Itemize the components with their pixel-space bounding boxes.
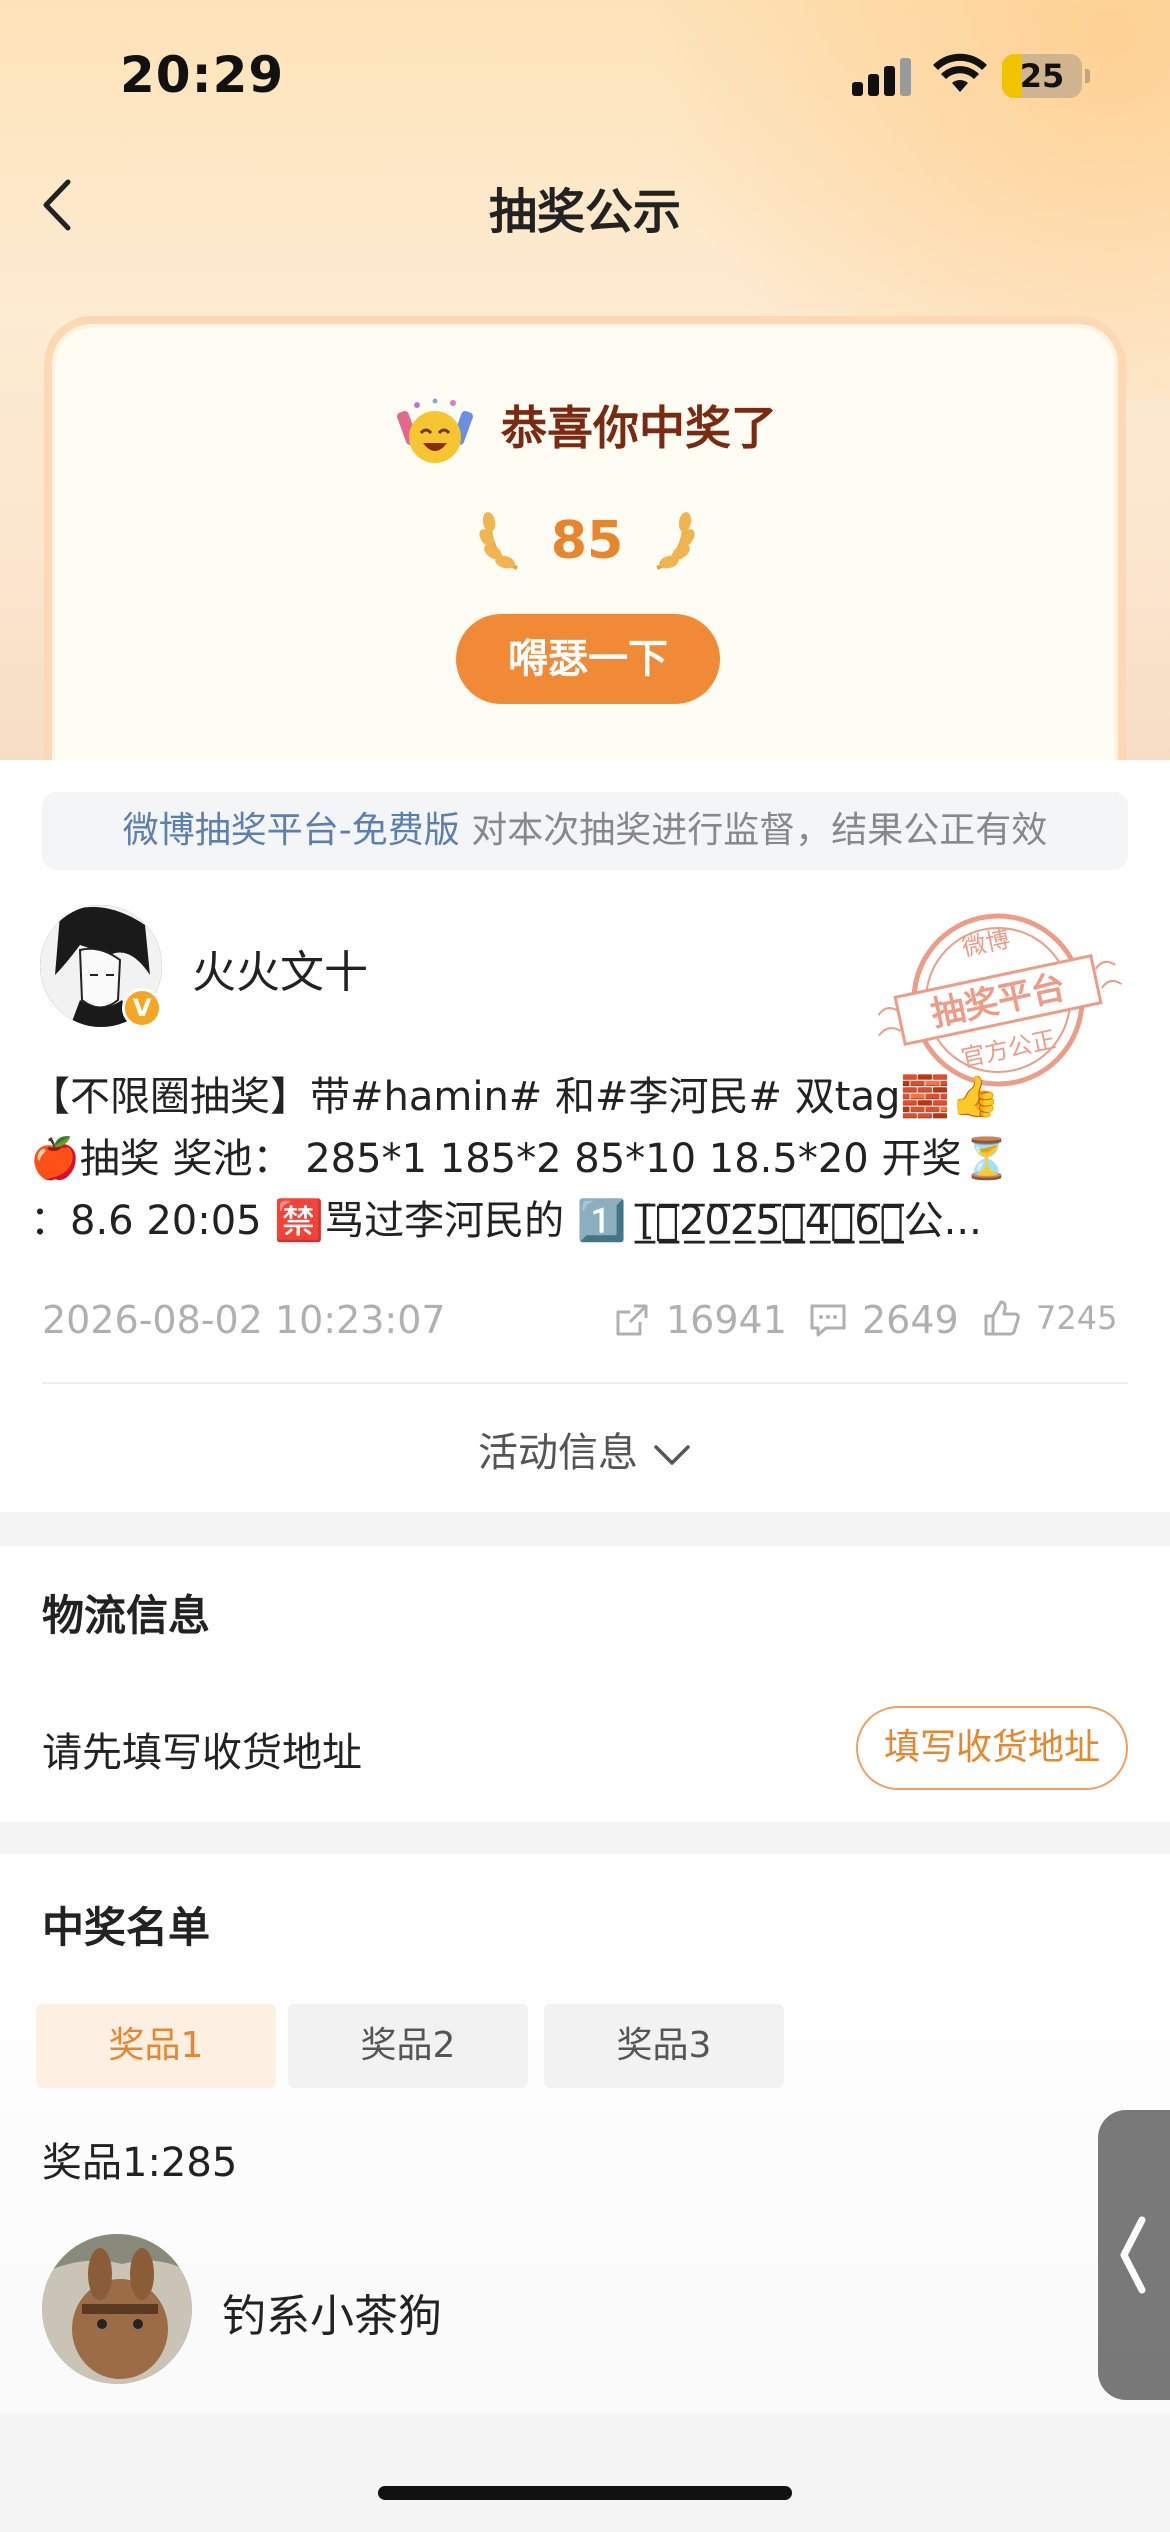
post-panel: 微博抽奖平台-免费版 对本次抽奖进行监督，结果公正有效 V 火火文十 微博 抽奖… [0,760,1170,1512]
status-bar: 20:29 25 [0,0,1170,150]
fill-address-button[interactable]: 填写收货地址 [856,1706,1128,1790]
repost-icon [616,1304,648,1336]
status-time: 20:29 [120,46,285,104]
winners-title: 中奖名单 [42,1903,211,1952]
show-off-button[interactable]: 嘚瑟一下 [456,614,720,704]
platform-banner: 微博抽奖平台-免费版 对本次抽奖进行监督，结果公正有效 [42,792,1128,870]
comment-count[interactable]: 2649 [808,1298,959,1342]
congrats-text: 恭喜你中奖了 [501,401,777,455]
signal-icon [852,58,914,96]
comment-icon [810,1304,846,1337]
prize-amount-row: 85 [52,508,1122,588]
verified-badge-icon: V [122,988,162,1028]
prize-amount: 85 [550,511,624,571]
winners-section: 中奖名单 奖品1 奖品2 奖品3 奖品1:285 钓系小茶狗 [0,1854,1170,2414]
side-drawer-handle[interactable] [1098,2110,1170,2400]
laurel-right-icon [656,512,695,570]
tab-prize-1[interactable]: 奖品1 [36,2004,276,2088]
activity-info-label: 活动信息 [478,1430,638,1476]
post-line-3: ：8.6 20:05 🈲骂过李河民的 1️⃣ [̲̅自̲̅2̲̅0̲̅2̲̅5̲… [30,1198,982,1244]
page-title: 抽奖公示 [488,184,681,240]
tab-prize-3[interactable]: 奖品3 [544,2004,784,2088]
battery-icon: 25 [1002,54,1090,98]
prize-card: 恭喜你中奖了 85 嘚瑟一下 [44,316,1126,776]
platform-note: 对本次抽奖进行监督，结果公正有效 [471,810,1048,851]
laurel-left-icon [479,512,518,570]
tab-prize-2[interactable]: 奖品2 [288,2004,528,2088]
chevron-left-icon [1120,2216,1146,2294]
post-datetime: 2026-08-02 10:23:07 [42,1298,446,1342]
stamp-line-1: 微博 [960,925,1013,962]
party-emoji-icon [397,397,473,467]
like-count-text: 7245 [1036,1299,1118,1337]
home-indicator [378,2486,792,2500]
author-name[interactable]: 火火文十 [192,936,368,1000]
comment-count-text: 2649 [862,1298,959,1342]
wifi-icon [933,53,987,92]
winner-avatar[interactable] [42,2234,192,2384]
like-icon [984,1300,1020,1336]
divider [42,1382,1128,1384]
post-line-1: 【不限圈抽奖】带#hamin# 和#李河民# 双tag🧱👍 [30,1074,1000,1120]
congrats-heading: 恭喜你中奖了 [52,392,1122,467]
logistics-section: 物流信息 请先填写收货地址 填写收货地址 [0,1546,1170,1822]
chevron-down-icon [654,1445,690,1465]
activity-info-toggle[interactable]: 活动信息 [0,1420,1170,1478]
battery-level: 25 [1019,57,1065,95]
address-hint: 请先填写收货地址 [42,1730,362,1776]
like-count[interactable]: 7245 [982,1298,1117,1338]
post-content[interactable]: 【不限圈抽奖】带#hamin# 和#李河民# 双tag🧱👍 🍎抽奖 奖池： 28… [30,1066,1130,1252]
post-meta: 2026-08-02 10:23:07 16941 2649 7245 [42,1290,1128,1350]
prize-label: 奖品1:285 [42,2140,238,2186]
repost-count-text: 16941 [666,1298,787,1342]
winner-name[interactable]: 钓系小茶狗 [222,2280,442,2344]
platform-link[interactable]: 微博抽奖平台-免费版 [123,810,460,851]
post-line-2: 🍎抽奖 奖池： 285*1 185*2 85*10 18.5*20 开奖⏳ [30,1136,1012,1182]
repost-count[interactable]: 16941 [612,1298,787,1342]
logistics-title: 物流信息 [42,1591,211,1640]
